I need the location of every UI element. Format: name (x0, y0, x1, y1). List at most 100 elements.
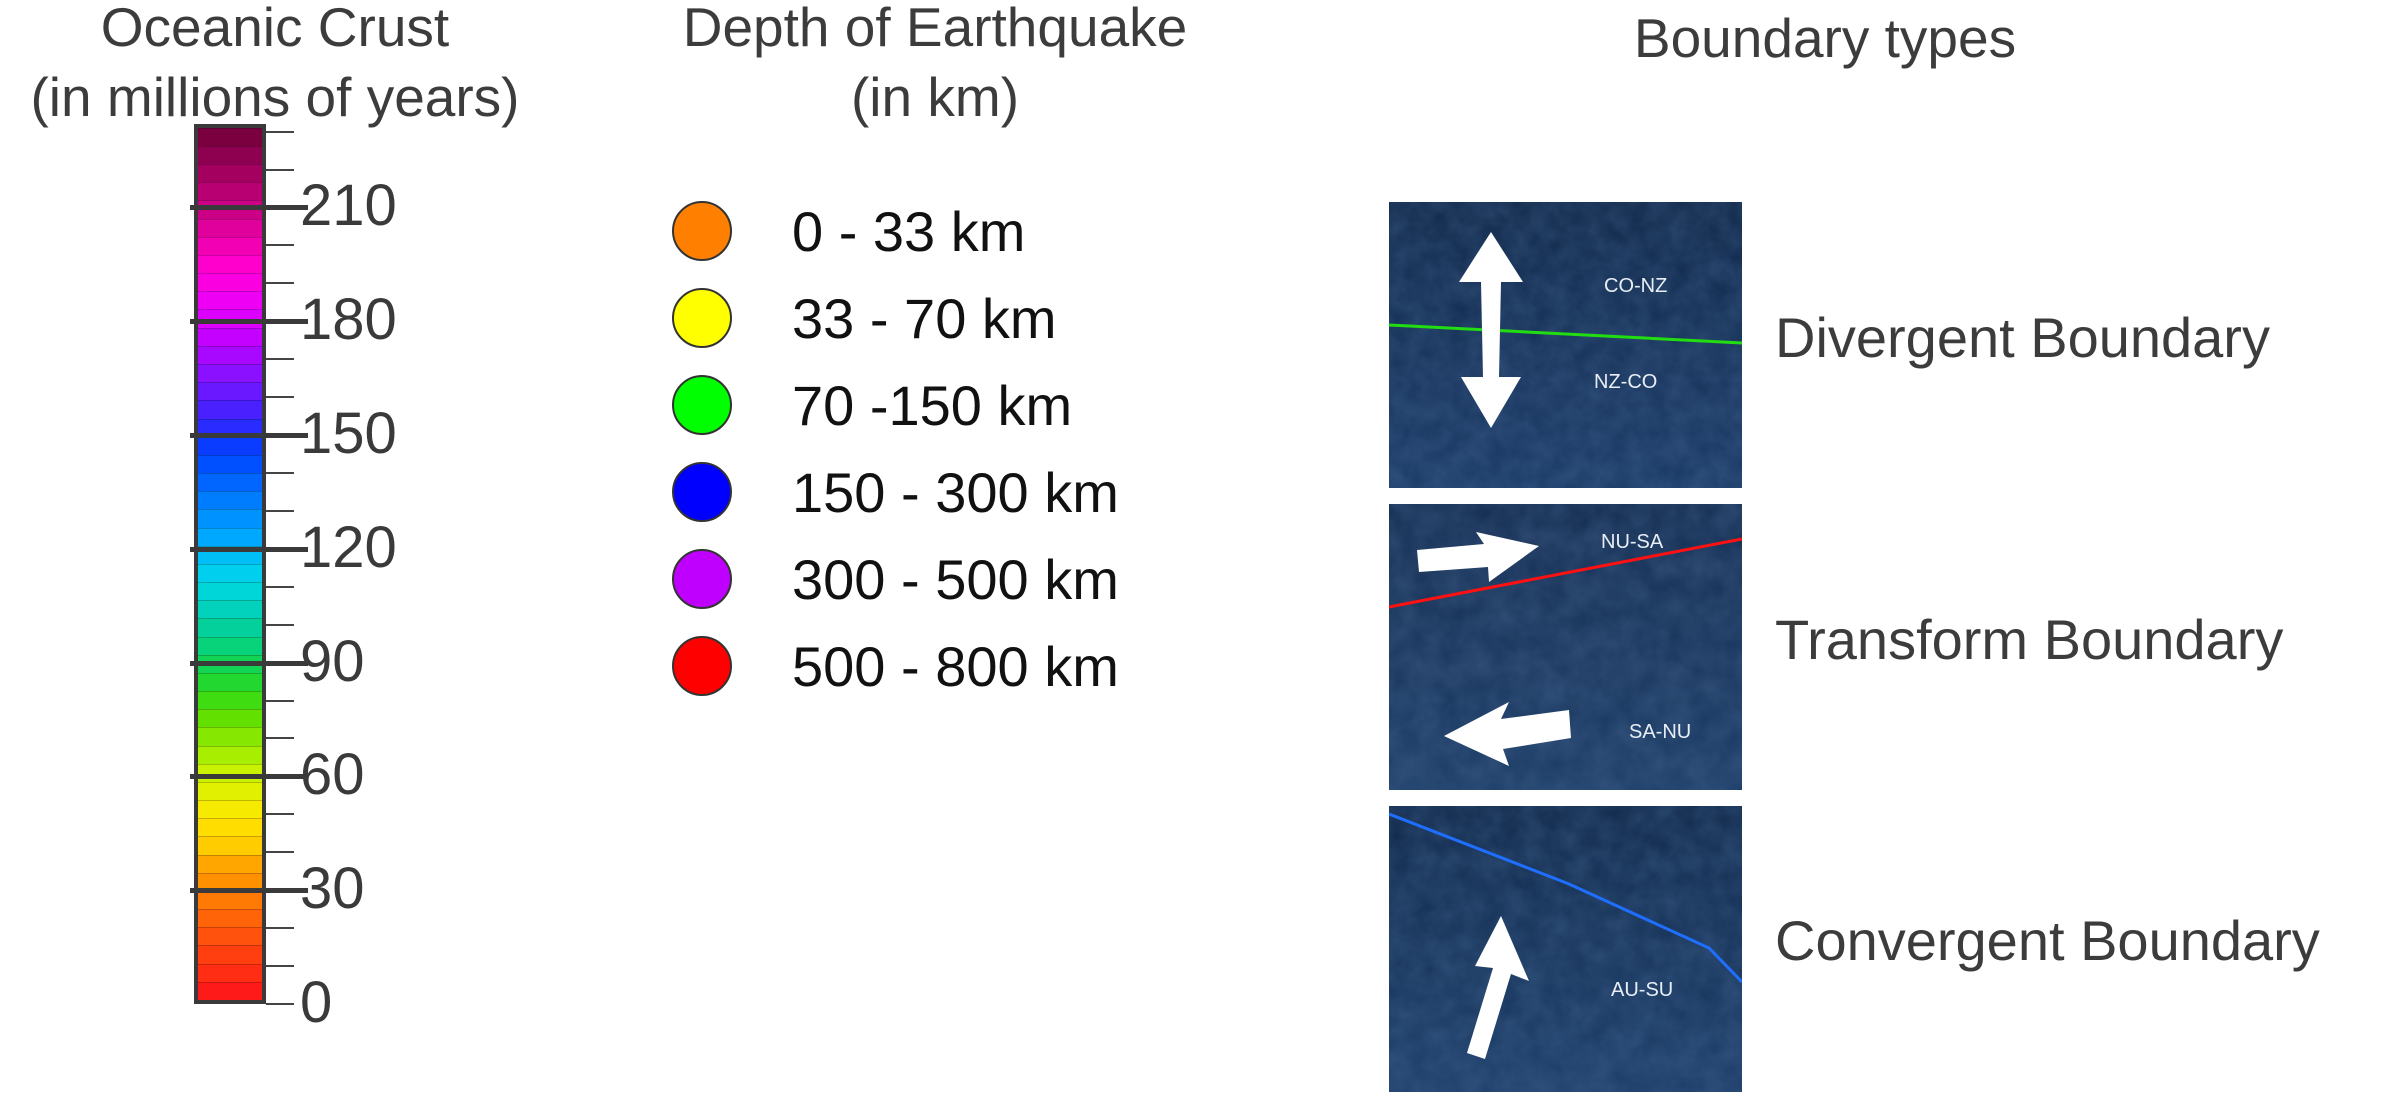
minor-tick (266, 851, 294, 854)
minor-tick (266, 130, 294, 133)
color-band (198, 636, 262, 655)
minor-tick (266, 471, 294, 474)
depth-range-label: 150 - 300 km (792, 460, 1119, 524)
depth-legend-item: 33 - 70 km (672, 283, 1057, 353)
minor-tick (266, 282, 294, 285)
crust-age-tick-label: 210 (300, 173, 397, 239)
depth-color-dot (672, 375, 732, 435)
minor-tick (266, 623, 294, 626)
depth-legend-item: 300 - 500 km (672, 544, 1119, 614)
depth-legend-title: Depth of Earthquake (in km) (630, 0, 1240, 132)
color-band (198, 400, 262, 419)
crust-age-tick-label: 60 (300, 742, 365, 808)
minor-tick (266, 509, 294, 512)
plate-pair-label: NZ-CO (1594, 371, 1657, 393)
color-band (198, 691, 262, 710)
crust-age-tick-label: 30 (300, 856, 365, 922)
depth-color-dot (672, 462, 732, 522)
color-band (198, 836, 262, 855)
depth-color-dot (672, 288, 732, 348)
minor-tick (266, 168, 294, 171)
crust-age-tick-label: 180 (300, 287, 397, 353)
color-band (198, 563, 262, 583)
depth-legend-title-line1: Depth of Earthquake (682, 0, 1188, 58)
depth-color-dot (672, 549, 732, 609)
color-band (198, 672, 262, 692)
color-band (198, 473, 262, 492)
minor-tick (266, 585, 294, 588)
color-band (198, 491, 262, 510)
minor-tick (266, 813, 294, 816)
color-band (198, 291, 262, 310)
crust-age-title-line2: (in millions of years) (30, 66, 520, 128)
minor-tick (266, 737, 294, 740)
color-band (198, 582, 262, 601)
minor-tick (266, 396, 294, 399)
depth-legend-item: 0 - 33 km (672, 196, 1025, 266)
depth-range-label: 0 - 33 km (792, 199, 1026, 263)
divergent-boundary-map-panel: CO-NZ NZ-CO (1389, 202, 1742, 488)
color-band (198, 273, 262, 292)
crust-age-title-line1: Oceanic Crust (100, 0, 450, 58)
color-band (198, 236, 262, 255)
color-band (198, 527, 262, 546)
plate-pair-label: NU-SA (1601, 531, 1664, 553)
color-band (198, 182, 262, 201)
convergent-boundary-map-panel: AU-SU (1389, 806, 1742, 1092)
depth-legend-item: 150 - 300 km (672, 457, 1119, 527)
transform-boundary-label: Transform Boundary (1775, 608, 2284, 671)
color-band (198, 254, 262, 274)
crust-age-tick-label: 120 (300, 514, 397, 580)
major-tick (190, 888, 308, 894)
color-band (198, 127, 262, 146)
depth-legend-item: 70 -150 km (672, 370, 1072, 440)
color-band (198, 945, 262, 964)
major-tick (190, 546, 308, 552)
minor-tick (266, 699, 294, 702)
color-band (198, 145, 262, 165)
minor-tick (266, 927, 294, 930)
transform-boundary-map-panel: NU-SA SA-NU (1389, 504, 1742, 790)
color-band (198, 745, 262, 764)
color-band (198, 345, 262, 364)
depth-legend-item: 500 - 800 km (672, 631, 1119, 701)
major-tick (190, 660, 308, 666)
plate-pair-label: CO-NZ (1604, 275, 1667, 297)
minor-tick (266, 358, 294, 361)
major-tick (190, 319, 308, 325)
color-band (198, 618, 262, 637)
color-band (198, 709, 262, 728)
crust-age-color-bar (194, 124, 266, 1004)
depth-range-label: 500 - 800 km (792, 634, 1119, 698)
color-band (198, 909, 262, 928)
color-band (198, 600, 262, 619)
color-band (198, 981, 262, 1000)
crust-age-tick-label: 0 (300, 970, 333, 1035)
major-tick (190, 205, 308, 211)
plate-pair-label: SA-NU (1629, 721, 1691, 743)
color-band (198, 363, 262, 383)
depth-range-label: 300 - 500 km (792, 547, 1119, 611)
color-band (198, 727, 262, 746)
color-band (198, 854, 262, 873)
color-band (198, 890, 262, 910)
depth-legend-title-line2: (in km) (850, 66, 1020, 128)
boundary-types-title: Boundary types (1633, 7, 2017, 69)
major-tick (190, 774, 308, 780)
depth-range-label: 70 -150 km (792, 373, 1073, 437)
color-band (198, 327, 262, 346)
color-band (198, 382, 262, 401)
color-band (198, 800, 262, 819)
color-band (198, 454, 262, 474)
crust-age-title: Oceanic Crust (in millions of years) (0, 0, 550, 132)
color-band (198, 781, 262, 801)
color-band (198, 509, 262, 528)
divergent-boundary-label: Divergent Boundary (1775, 306, 2270, 369)
color-band (198, 164, 262, 183)
minor-tick (266, 1003, 294, 1005)
color-band (198, 927, 262, 946)
depth-color-dot (672, 201, 732, 261)
color-band (198, 218, 262, 237)
color-band (198, 963, 262, 982)
major-tick (190, 433, 308, 439)
